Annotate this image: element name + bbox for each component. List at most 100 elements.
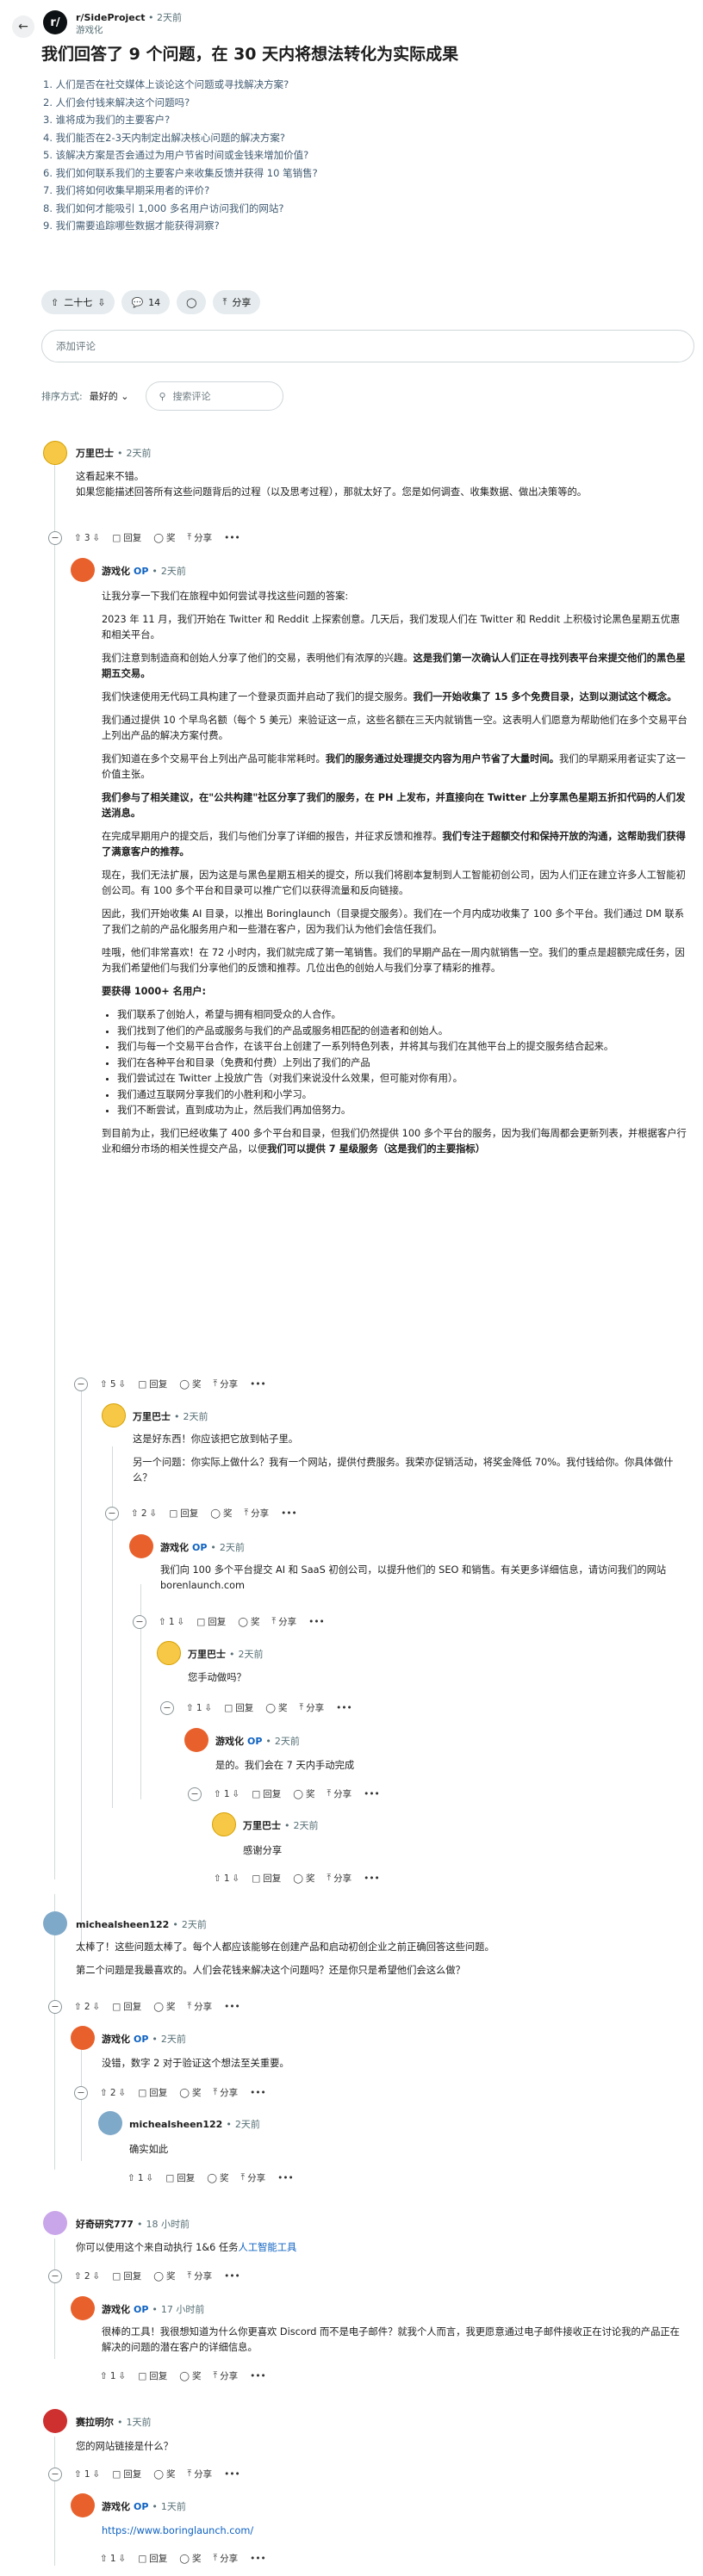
upvote-icon[interactable]: ⇧: [51, 297, 59, 308]
reply-button[interactable]: □ 回复: [252, 1787, 281, 1800]
more-icon[interactable]: •••: [336, 1703, 352, 1713]
downvote-icon[interactable]: ⇩: [146, 2173, 154, 2183]
more-icon[interactable]: •••: [250, 2554, 266, 2564]
upvote-icon[interactable]: ⇧: [159, 1617, 166, 1627]
avatar[interactable]: [184, 1728, 208, 1752]
downvote-icon[interactable]: ⇩: [119, 2371, 127, 2381]
upvote-icon[interactable]: ⇧: [74, 533, 82, 543]
downvote-icon[interactable]: ⇩: [177, 1617, 185, 1627]
avatar[interactable]: [157, 1641, 181, 1665]
upvote-icon[interactable]: ⇧: [128, 2173, 135, 2183]
downvote-icon[interactable]: ⇩: [119, 2554, 127, 2564]
comment-author[interactable]: michealsheen122: [129, 2119, 222, 2130]
reply-button[interactable]: □ 回复: [112, 2269, 141, 2282]
award-button[interactable]: ◯ 奖: [238, 1615, 259, 1628]
comment-author[interactable]: 游戏化: [215, 1736, 244, 1747]
comment-search-input[interactable]: ⚲ 搜索评论: [146, 381, 284, 411]
more-icon[interactable]: •••: [364, 1789, 380, 1799]
comment-author[interactable]: 游戏化: [102, 2501, 130, 2512]
reply-button[interactable]: □ 回复: [196, 1615, 226, 1628]
downvote-icon[interactable]: ⇩: [119, 2088, 127, 2098]
subreddit-name[interactable]: r/SideProject: [76, 12, 146, 23]
avatar[interactable]: [71, 2296, 95, 2320]
award-button[interactable]: ◯ 奖: [153, 2000, 175, 2013]
upvote-icon[interactable]: ⇧: [74, 2271, 82, 2282]
upvote-icon[interactable]: ⇧: [100, 2371, 108, 2381]
downvote-icon[interactable]: ⇩: [93, 2469, 101, 2480]
reply-button[interactable]: □ 回复: [224, 1701, 253, 1714]
thread-line[interactable]: [112, 1446, 113, 1808]
avatar[interactable]: [71, 2026, 95, 2050]
share-button[interactable]: ⤒ 分享: [188, 531, 213, 544]
more-icon[interactable]: •••: [250, 1379, 266, 1390]
award-button[interactable]: ◯: [177, 290, 207, 314]
award-button[interactable]: ◯ 奖: [153, 2269, 175, 2282]
award-button[interactable]: ◯ 奖: [153, 2468, 175, 2480]
downvote-icon[interactable]: ⇩: [93, 2002, 101, 2012]
share-button[interactable]: ⤒ 分享: [214, 2369, 239, 2382]
collapse-icon[interactable]: −: [74, 2086, 88, 2100]
post-author[interactable]: 游戏化: [76, 23, 103, 36]
reply-button[interactable]: □ 回复: [138, 2086, 167, 2099]
upvote-icon[interactable]: ⇧: [100, 2088, 108, 2098]
award-button[interactable]: ◯ 奖: [179, 2552, 201, 2565]
reply-button[interactable]: □ 回复: [169, 1507, 198, 1520]
share-button[interactable]: ⤒ 分享: [214, 1378, 239, 1390]
avatar[interactable]: [43, 441, 67, 465]
more-icon[interactable]: •••: [281, 1508, 297, 1519]
reply-button[interactable]: □ 回复: [252, 1872, 281, 1885]
downvote-icon[interactable]: ⇩: [150, 1508, 158, 1519]
more-icon[interactable]: •••: [224, 2271, 240, 2282]
avatar[interactable]: [71, 558, 95, 582]
share-button[interactable]: ⤒ 分享: [241, 2171, 266, 2184]
avatar[interactable]: [43, 1911, 67, 1935]
comment-author[interactable]: 万里巴士: [243, 1820, 281, 1831]
reply-button[interactable]: □ 回复: [112, 531, 141, 544]
comment-author[interactable]: 游戏化: [160, 1542, 189, 1553]
collapse-icon[interactable]: −: [74, 1378, 88, 1391]
downvote-icon[interactable]: ⇩: [93, 533, 101, 543]
award-button[interactable]: ◯ 奖: [153, 531, 175, 544]
more-icon[interactable]: •••: [224, 2002, 240, 2012]
add-comment-input[interactable]: 添加评论: [41, 330, 694, 362]
downvote-icon[interactable]: ⇩: [233, 1789, 240, 1799]
share-button[interactable]: ⤒ 分享: [188, 2269, 213, 2282]
collapse-icon[interactable]: −: [48, 531, 62, 545]
comment-author[interactable]: 游戏化: [102, 2304, 130, 2315]
collapse-icon[interactable]: −: [48, 2468, 62, 2481]
collapse-icon[interactable]: −: [105, 1507, 119, 1520]
thread-line[interactable]: [54, 1894, 55, 2170]
comments-button[interactable]: 💬 14: [121, 290, 171, 314]
avatar[interactable]: [43, 2409, 67, 2433]
downvote-icon[interactable]: ⇩: [119, 1379, 127, 1390]
award-button[interactable]: ◯ 奖: [265, 1701, 287, 1714]
reply-button[interactable]: □ 回复: [165, 2171, 195, 2184]
upvote-icon[interactable]: ⇧: [100, 2554, 108, 2564]
share-button[interactable]: ⤒ 分享: [188, 2000, 213, 2013]
share-button[interactable]: ⤒ 分享: [214, 2086, 239, 2099]
more-icon[interactable]: •••: [277, 2173, 294, 2183]
reply-button[interactable]: □ 回复: [112, 2000, 141, 2013]
collapse-icon[interactable]: −: [48, 2269, 62, 2283]
award-button[interactable]: ◯ 奖: [179, 1378, 201, 1390]
tool-link[interactable]: 人工智能工具: [239, 2242, 297, 2253]
avatar[interactable]: [129, 1534, 153, 1558]
downvote-icon[interactable]: ⇩: [205, 1703, 213, 1713]
avatar[interactable]: [43, 2211, 67, 2235]
collapse-icon[interactable]: −: [160, 1701, 174, 1715]
reply-button[interactable]: □ 回复: [112, 2468, 141, 2480]
more-icon[interactable]: •••: [224, 533, 240, 543]
award-button[interactable]: ◯ 奖: [179, 2369, 201, 2382]
back-button[interactable]: ←: [12, 15, 34, 38]
sort-dropdown[interactable]: 最好的 ⌄: [90, 389, 129, 403]
downvote-icon[interactable]: ⇩: [97, 297, 105, 308]
comment-author[interactable]: 赛拉明尔: [76, 2417, 114, 2428]
thread-line[interactable]: [81, 2049, 82, 2161]
downvote-icon[interactable]: ⇩: [93, 2271, 101, 2282]
upvote-icon[interactable]: ⇧: [186, 1703, 194, 1713]
award-button[interactable]: ◯ 奖: [210, 1507, 232, 1520]
upvote-icon[interactable]: ⇧: [74, 2002, 82, 2012]
upvote-icon[interactable]: ⇧: [214, 1789, 221, 1799]
more-icon[interactable]: •••: [224, 2469, 240, 2480]
collapse-icon[interactable]: −: [188, 1787, 202, 1801]
